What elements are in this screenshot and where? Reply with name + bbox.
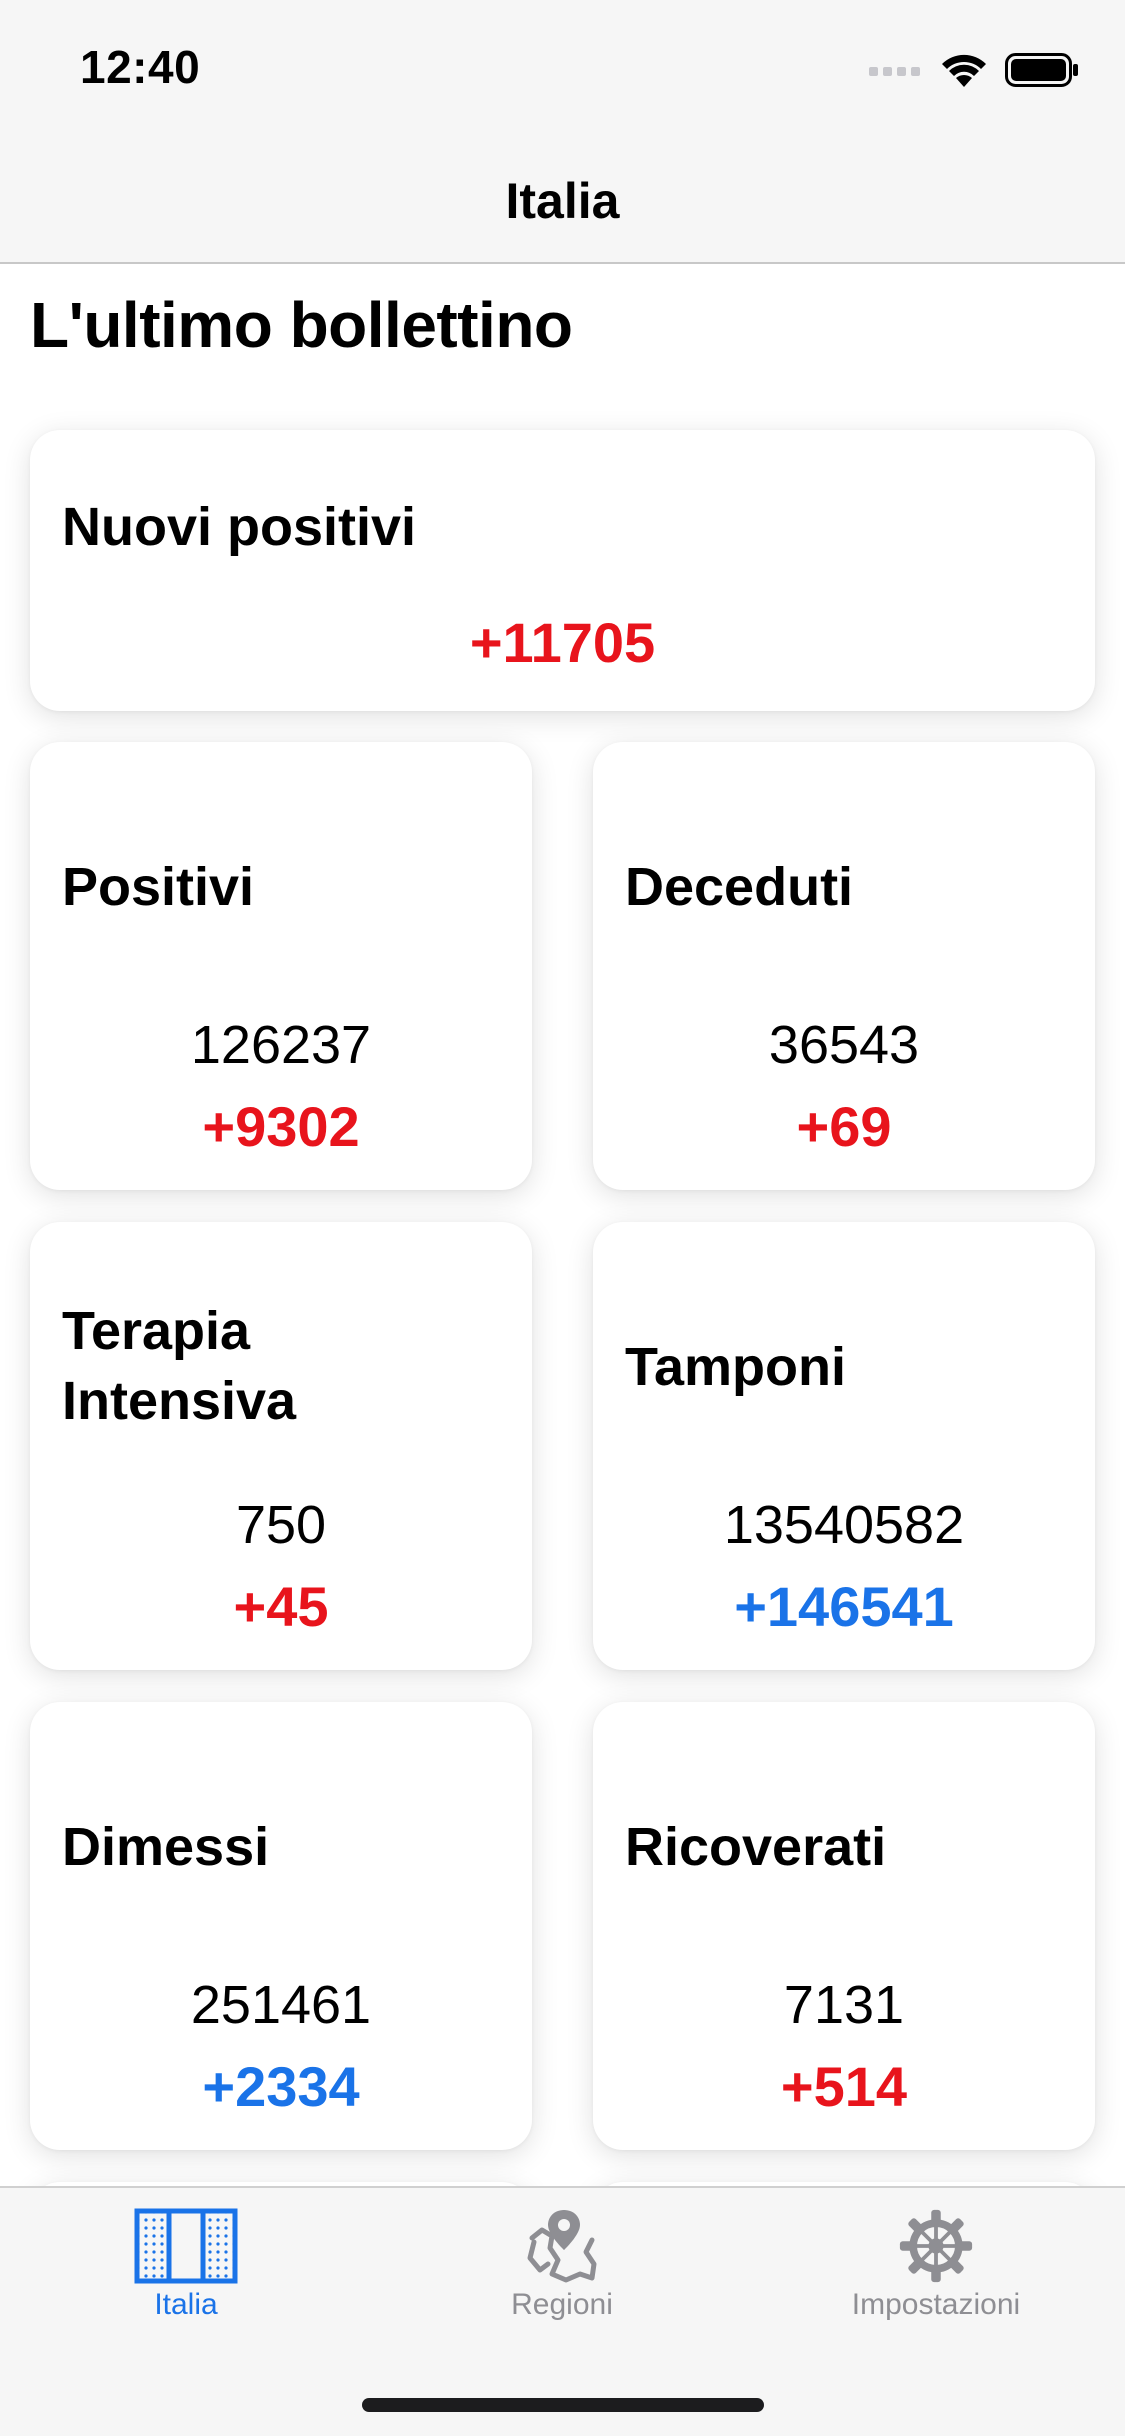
card-value: 36543 xyxy=(768,1015,920,1075)
card-delta: +2334 xyxy=(202,2055,360,2118)
card-ricoverati[interactable]: Ricoverati 7131 +514 xyxy=(593,1702,1095,2150)
tab-regioni[interactable]: Regioni xyxy=(432,2208,692,2322)
card-label: Positivi xyxy=(62,857,255,917)
card-dimessi[interactable]: Dimessi 251461 +2334 xyxy=(30,1702,532,2150)
card-delta: +146541 xyxy=(734,1575,954,1638)
navigation-bar: Italia xyxy=(0,132,1125,264)
card-label: Dimessi xyxy=(62,1817,270,1877)
card-label: Ricoverati xyxy=(625,1817,887,1877)
card-label: Nuovi positivi xyxy=(62,497,417,557)
card-value: 126237 xyxy=(190,1015,372,1075)
status-icons xyxy=(869,50,1079,90)
tab-italia[interactable]: Italia xyxy=(56,2208,316,2322)
status-bar: 12:40 xyxy=(0,0,1125,132)
card-label-line2: Intensiva xyxy=(62,1371,297,1431)
card-delta: +69 xyxy=(796,1095,892,1158)
battery-icon xyxy=(1005,53,1078,87)
wifi-icon xyxy=(942,54,986,87)
italy-flag-icon xyxy=(134,2208,238,2284)
card-nuovi-positivi[interactable]: Nuovi positivi +11705 xyxy=(30,430,1095,711)
card-positivi[interactable]: Positivi 126237 +9302 xyxy=(30,742,532,1190)
tab-impostazioni[interactable]: Impostazioni xyxy=(806,2208,1066,2322)
status-time: 12:40 xyxy=(80,41,201,93)
card-label: Deceduti xyxy=(625,857,854,917)
map-pin-icon xyxy=(527,2210,597,2283)
home-indicator xyxy=(362,2398,764,2412)
card-value: 7131 xyxy=(783,1975,905,2035)
card-deceduti[interactable]: Deceduti 36543 +69 xyxy=(593,742,1095,1190)
card-value: 13540582 xyxy=(723,1495,965,1555)
cellular-signal-icon xyxy=(869,67,920,76)
card-delta: +45 xyxy=(233,1575,329,1638)
card-delta: +11705 xyxy=(469,611,656,674)
nav-title: Italia xyxy=(505,173,620,229)
tab-label-impostazioni: Impostazioni xyxy=(851,2288,1021,2321)
tab-label-italia: Italia xyxy=(154,2288,218,2321)
card-tamponi[interactable]: Tamponi 13540582 +146541 xyxy=(593,1222,1095,1670)
card-label: Tamponi xyxy=(625,1337,846,1397)
card-label-line1: Terapia xyxy=(62,1301,251,1361)
gear-icon xyxy=(899,2209,973,2283)
page-title: L'ultimo bollettino xyxy=(30,289,573,361)
tab-label-regioni: Regioni xyxy=(511,2288,613,2321)
card-delta: +9302 xyxy=(202,1095,360,1158)
card-value: 251461 xyxy=(190,1975,372,2035)
card-value: 750 xyxy=(235,1495,327,1555)
card-terapia-intensiva[interactable]: Terapia Intensiva 750 +45 xyxy=(30,1222,532,1670)
card-delta: +514 xyxy=(780,2055,908,2118)
